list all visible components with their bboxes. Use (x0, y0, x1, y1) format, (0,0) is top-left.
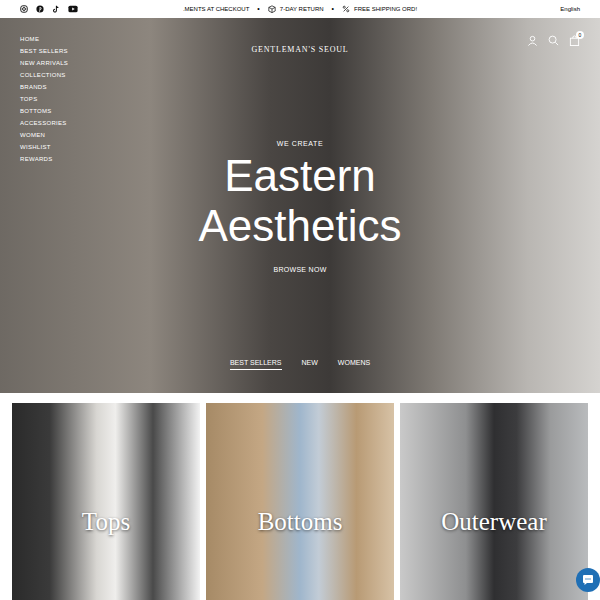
category-grid: Tops Bottoms Outerwear (0, 393, 600, 600)
announcement-text: .MENTS AT CHECKOUT (183, 5, 249, 14)
nav-item[interactable]: WISHLIST (20, 143, 251, 152)
nav-item[interactable]: BEST SELLERS (20, 47, 251, 56)
nav-item[interactable]: HOME (20, 35, 251, 44)
discount-icon (342, 5, 350, 13)
nav-item[interactable]: WOMEN (20, 131, 251, 140)
category-card[interactable]: Outerwear (400, 403, 588, 600)
nav-item[interactable]: BOTTOMS (20, 107, 251, 116)
announcement-bar: .MENTS AT CHECKOUT • 7-DAY RETURN • FREE SHI… (0, 0, 600, 18)
category-card[interactable]: Bottoms (206, 403, 394, 600)
nav-item[interactable]: REWARDS (20, 155, 251, 164)
chat-button[interactable] (576, 568, 600, 592)
category-label: Tops (82, 507, 130, 537)
language-selector[interactable]: English (560, 5, 580, 14)
hero-title-line: Aesthetics (199, 201, 402, 251)
hero-tab[interactable]: WOMENS (338, 358, 370, 370)
hero-tabs: BEST SELLERS NEW WOMENS (0, 358, 600, 370)
announcement-text: FREE SHIPPING ORD! (354, 5, 417, 14)
pinterest-icon[interactable] (36, 5, 44, 13)
nav-item[interactable]: BRANDS (20, 83, 251, 92)
hero-banner: HOME BEST SELLERS NEW ARRIVALS COLLECTIONS B… (0, 18, 600, 393)
cart-count-badge: 0 (576, 31, 584, 39)
announcement-item: FREE SHIPPING ORD! (342, 5, 417, 14)
main-nav: HOME BEST SELLERS NEW ARRIVALS COLLECTIONS B… (20, 35, 251, 164)
search-icon[interactable] (548, 35, 559, 46)
social-links (20, 5, 140, 13)
nav-item[interactable]: COLLECTIONS (20, 71, 251, 80)
site-logo[interactable]: GENTLEMAN'S SEOUL (251, 45, 348, 54)
return-box-icon (268, 5, 276, 13)
announcement-text: 7-DAY RETURN (280, 5, 324, 14)
site-header: HOME BEST SELLERS NEW ARRIVALS COLLECTIONS B… (0, 18, 600, 164)
cart-button[interactable]: 0 (569, 35, 580, 46)
nav-item[interactable]: NEW ARRIVALS (20, 59, 251, 68)
separator: • (332, 4, 334, 15)
youtube-icon[interactable] (68, 5, 78, 13)
nav-item[interactable]: TOPS (20, 95, 251, 104)
separator: • (257, 4, 259, 15)
hero-tab[interactable]: BEST SELLERS (230, 358, 282, 370)
nav-item[interactable]: ACCESSORIES (20, 119, 251, 128)
announcement-item: .MENTS AT CHECKOUT (183, 5, 249, 14)
hero-title-line: Eastern (224, 151, 376, 201)
instagram-icon[interactable] (20, 5, 28, 13)
category-card[interactable]: Tops (12, 403, 200, 600)
chat-icon (582, 574, 594, 586)
browse-now-button[interactable]: BROWSE NOW (273, 265, 326, 274)
tiktok-icon[interactable] (52, 5, 60, 13)
category-label: Bottoms (258, 507, 343, 537)
hero-eyebrow: WE CREATE (277, 139, 324, 148)
announcement-marquee: .MENTS AT CHECKOUT • 7-DAY RETURN • FREE SHI… (140, 4, 460, 15)
announcement-item: 7-DAY RETURN (268, 5, 324, 14)
hero-tab[interactable]: NEW (302, 358, 318, 370)
account-icon[interactable] (527, 35, 538, 46)
category-label: Outerwear (441, 507, 547, 537)
